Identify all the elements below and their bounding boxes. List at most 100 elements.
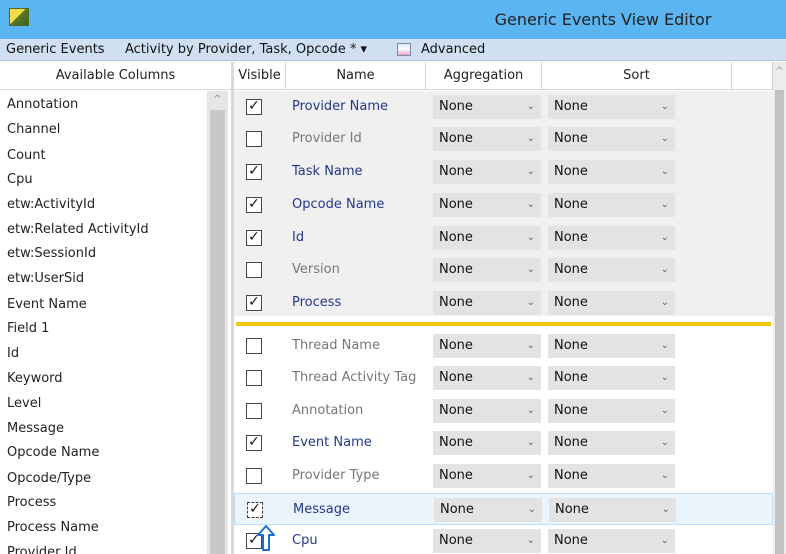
grouping-divider[interactable] xyxy=(236,322,771,326)
column-header-visible[interactable]: Visible xyxy=(234,62,286,90)
sort-value: None xyxy=(554,99,588,114)
sort-dropdown[interactable]: None ⌄ xyxy=(548,160,675,184)
table-row[interactable]: Annotation None ⌄ None ⌄ xyxy=(234,395,773,427)
aggregation-value: None xyxy=(439,295,473,310)
column-name: Provider Id xyxy=(292,131,362,146)
sort-dropdown[interactable]: None ⌄ xyxy=(548,127,675,151)
sort-dropdown[interactable]: None ⌄ xyxy=(548,193,675,217)
generic-events-menu[interactable]: Generic Events xyxy=(6,39,105,61)
chevron-down-icon: ⌄ xyxy=(527,504,536,515)
right-scroll-thumb[interactable] xyxy=(775,90,784,554)
aggregation-dropdown[interactable]: None ⌄ xyxy=(433,95,541,119)
column-header-name[interactable]: Name xyxy=(286,62,426,90)
list-item[interactable]: Process Name xyxy=(7,520,99,535)
aggregation-dropdown[interactable]: None ⌄ xyxy=(433,291,541,315)
table-row[interactable]: ✓ Provider Name None ⌄ None ⌄ xyxy=(234,91,773,123)
sort-dropdown[interactable]: None ⌄ xyxy=(548,334,675,358)
visible-checkbox[interactable] xyxy=(246,262,262,278)
table-row[interactable]: Thread Name None ⌄ None ⌄ xyxy=(234,330,773,362)
table-row[interactable]: ✓ Message None ⌄ None ⌄ xyxy=(234,493,773,525)
aggregation-dropdown[interactable]: None ⌄ xyxy=(433,529,541,553)
visible-checkbox[interactable]: ✓ xyxy=(246,197,262,213)
aggregation-dropdown[interactable]: None ⌄ xyxy=(433,399,541,423)
visible-checkbox[interactable] xyxy=(246,468,262,484)
chevron-down-icon: ⌄ xyxy=(660,372,669,383)
list-item[interactable]: etw:ActivityId xyxy=(7,197,95,212)
table-row[interactable]: ✓ Process None ⌄ None ⌄ xyxy=(234,287,773,319)
visible-checkbox[interactable] xyxy=(246,370,262,386)
column-name: Opcode Name xyxy=(292,197,385,212)
sort-value: None xyxy=(554,197,588,212)
table-row[interactable]: ✓ Event Name None ⌄ None ⌄ xyxy=(234,427,773,459)
left-scroll-thumb[interactable] xyxy=(210,110,225,554)
list-item[interactable]: Opcode/Type xyxy=(7,471,91,486)
visible-checkbox[interactable]: ✓ xyxy=(246,295,262,311)
list-item[interactable]: Annotation xyxy=(7,97,78,112)
aggregation-dropdown[interactable]: None ⌄ xyxy=(433,160,541,184)
list-item[interactable]: Opcode Name xyxy=(7,445,99,460)
sort-dropdown[interactable]: None ⌄ xyxy=(548,226,675,250)
chevron-down-icon: ⌄ xyxy=(661,504,670,515)
visible-checkbox[interactable]: ✓ xyxy=(247,502,263,518)
visible-checkbox[interactable]: ✓ xyxy=(246,230,262,246)
sort-dropdown[interactable]: None ⌄ xyxy=(548,399,675,423)
visible-checkbox[interactable]: ✓ xyxy=(246,435,262,451)
aggregation-dropdown[interactable]: None ⌄ xyxy=(433,464,541,488)
sort-dropdown[interactable]: None ⌄ xyxy=(548,529,675,553)
table-row[interactable]: Version None ⌄ None ⌄ xyxy=(234,254,773,286)
visible-checkbox[interactable]: ✓ xyxy=(246,99,262,115)
advanced-icon[interactable] xyxy=(397,43,411,56)
list-item[interactable]: Count xyxy=(7,148,46,163)
list-item[interactable]: Field 1 xyxy=(7,321,49,336)
aggregation-dropdown[interactable]: None ⌄ xyxy=(433,334,541,358)
column-header-sort[interactable]: Sort xyxy=(542,62,732,90)
menu-bar: Generic Events Activity by Provider, Tas… xyxy=(0,39,786,61)
advanced-menu[interactable]: Advanced xyxy=(421,39,485,61)
sort-dropdown[interactable]: None ⌄ xyxy=(548,366,675,390)
window-title: Generic Events View Editor xyxy=(494,10,712,29)
aggregation-dropdown[interactable]: None ⌄ xyxy=(433,258,541,282)
aggregation-dropdown[interactable]: None ⌄ xyxy=(433,431,541,455)
table-row[interactable]: Provider Id None ⌄ None ⌄ xyxy=(234,123,773,155)
aggregation-dropdown[interactable]: None ⌄ xyxy=(433,193,541,217)
visible-checkbox[interactable] xyxy=(246,403,262,419)
scroll-up-icon[interactable]: ^ xyxy=(774,66,785,80)
scroll-up-icon[interactable]: ^ xyxy=(210,92,225,108)
list-item[interactable]: etw:SessionId xyxy=(7,246,96,261)
sort-dropdown[interactable]: None ⌄ xyxy=(548,95,675,119)
aggregation-dropdown[interactable]: None ⌄ xyxy=(433,226,541,250)
available-columns-list[interactable]: Annotation Channel Count Cpu etw:Activit… xyxy=(0,91,231,554)
sort-dropdown[interactable]: None ⌄ xyxy=(548,431,675,455)
list-item[interactable]: Channel xyxy=(7,122,60,137)
list-item[interactable]: Provider Id xyxy=(7,545,77,554)
list-item[interactable]: etw:UserSid xyxy=(7,271,84,286)
sort-dropdown[interactable]: None ⌄ xyxy=(548,291,675,315)
list-item[interactable]: Process xyxy=(7,495,56,510)
table-row[interactable]: ✓ Id None ⌄ None ⌄ xyxy=(234,222,773,254)
list-item[interactable]: etw:Related ActivityId xyxy=(7,222,149,237)
table-row[interactable]: ✓ Cpu None ⌄ None ⌄ xyxy=(234,525,773,554)
aggregation-dropdown[interactable]: None ⌄ xyxy=(434,498,542,522)
table-row[interactable]: Provider Type None ⌄ None ⌄ xyxy=(234,460,773,492)
visible-checkbox[interactable] xyxy=(246,131,262,147)
chevron-down-icon: ⌄ xyxy=(526,470,535,481)
preset-dropdown[interactable]: Activity by Provider, Task, Opcode * ▾ xyxy=(125,39,367,61)
list-item[interactable]: Id xyxy=(7,346,19,361)
column-header-aggregation[interactable]: Aggregation xyxy=(426,62,542,90)
list-item[interactable]: Message xyxy=(7,421,64,436)
sort-dropdown[interactable]: None ⌄ xyxy=(549,498,676,522)
visible-checkbox[interactable]: ✓ xyxy=(246,164,262,180)
table-row[interactable]: Thread Activity Tag None ⌄ None ⌄ xyxy=(234,362,773,394)
aggregation-dropdown[interactable]: None ⌄ xyxy=(433,366,541,390)
table-row[interactable]: ✓ Task Name None ⌄ None ⌄ xyxy=(234,156,773,188)
list-item[interactable]: Keyword xyxy=(7,371,63,386)
sort-dropdown[interactable]: None ⌄ xyxy=(548,464,675,488)
chevron-down-icon: ⌄ xyxy=(660,535,669,546)
list-item[interactable]: Cpu xyxy=(7,172,33,187)
list-item[interactable]: Level xyxy=(7,396,41,411)
aggregation-dropdown[interactable]: None ⌄ xyxy=(433,127,541,151)
table-row[interactable]: ✓ Opcode Name None ⌄ None ⌄ xyxy=(234,189,773,221)
sort-dropdown[interactable]: None ⌄ xyxy=(548,258,675,282)
list-item[interactable]: Event Name xyxy=(7,297,87,312)
visible-checkbox[interactable] xyxy=(246,338,262,354)
